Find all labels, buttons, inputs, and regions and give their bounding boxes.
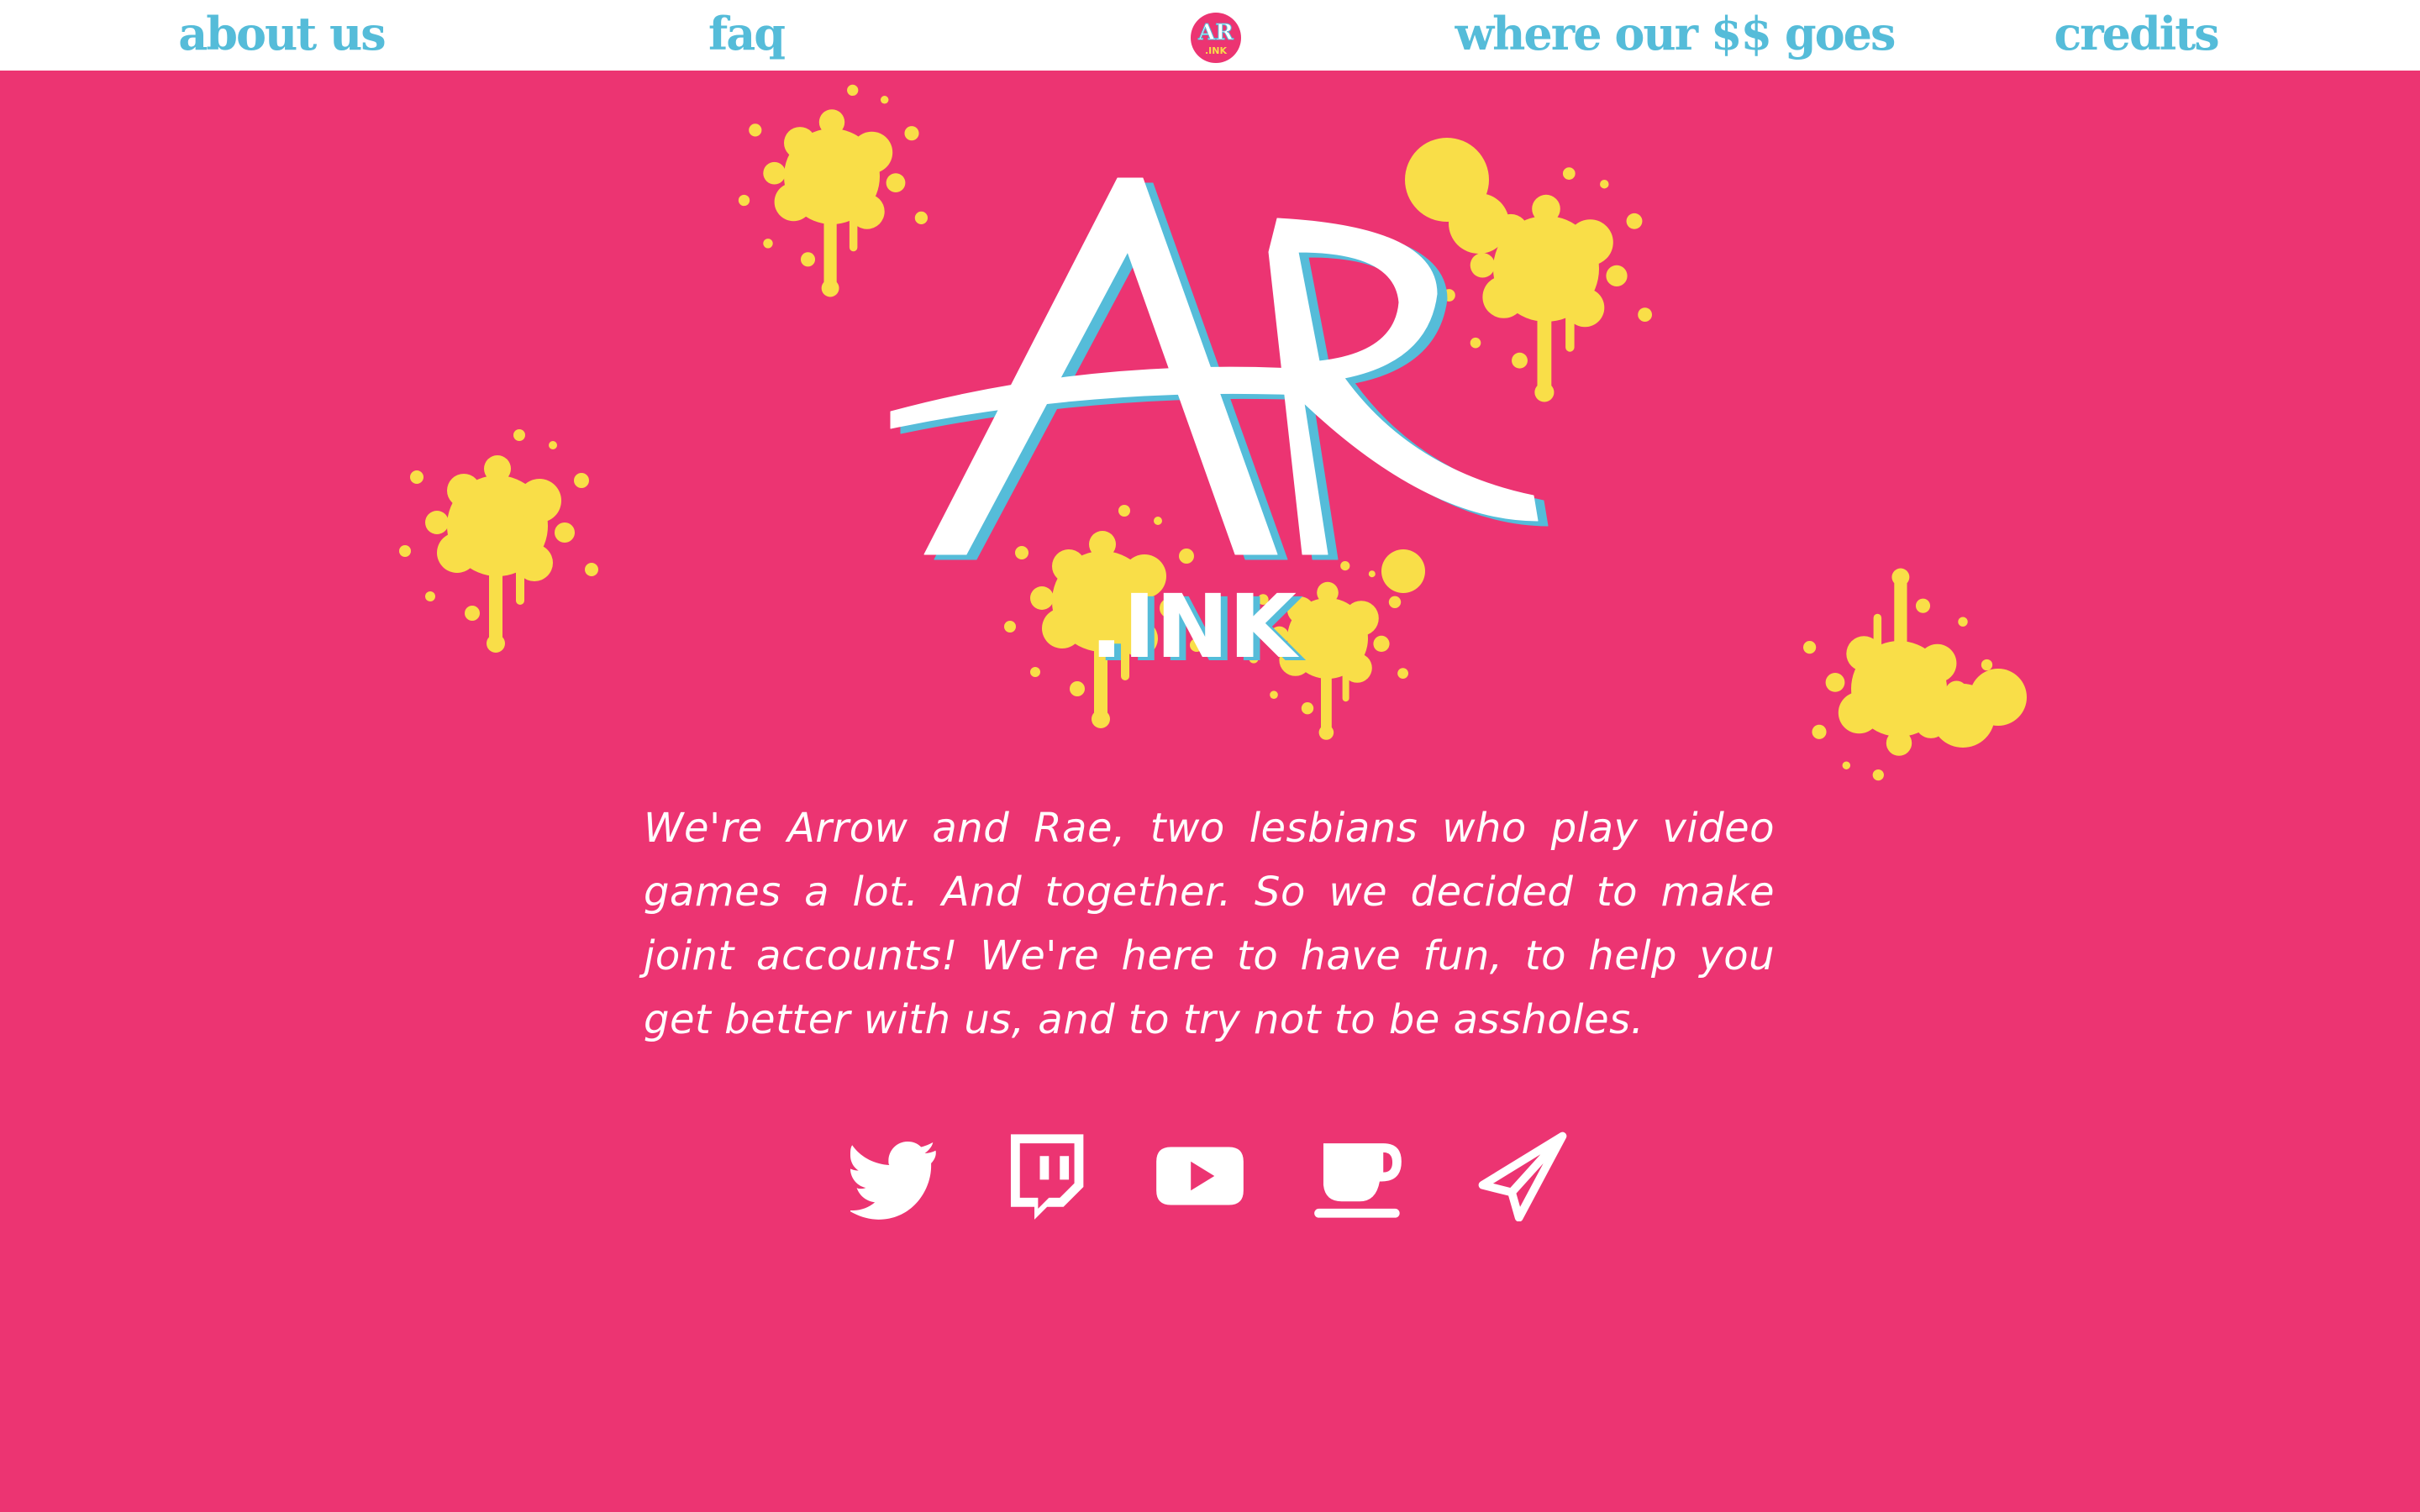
youtube-link[interactable] bbox=[1155, 1131, 1245, 1221]
twitch-icon bbox=[1010, 1134, 1084, 1220]
svg-text:.INK: .INK bbox=[1205, 45, 1227, 56]
hero-logo: .INK .INK bbox=[399, 84, 2027, 781]
twitter-link[interactable] bbox=[850, 1131, 941, 1221]
telegram-link[interactable] bbox=[1477, 1131, 1568, 1221]
svg-text:AR: AR bbox=[1197, 20, 1234, 45]
youtube-icon bbox=[1156, 1147, 1244, 1205]
top-nav: about us faq AR .INK where our $$ goes c… bbox=[0, 0, 2420, 71]
telegram-icon bbox=[1478, 1131, 1567, 1221]
nav-about-us[interactable]: about us bbox=[178, 0, 386, 71]
intro-text: We're Arrow and Rae, two lesbians who pl… bbox=[644, 805, 1775, 1043]
twitch-link[interactable] bbox=[1000, 1131, 1091, 1221]
logo-suffix: .INK bbox=[1090, 575, 1299, 678]
ko-fi-cup-icon bbox=[1314, 1143, 1402, 1218]
ko-fi-link[interactable] bbox=[1313, 1131, 1403, 1221]
twitter-icon bbox=[850, 1141, 936, 1220]
nav-where-our-money-goes[interactable]: where our $$ goes bbox=[1455, 0, 1897, 71]
nav-faq[interactable]: faq bbox=[708, 0, 786, 71]
nav-credits[interactable]: credits bbox=[2054, 0, 2219, 71]
nav-home-logo-icon[interactable]: AR .INK bbox=[1190, 12, 1242, 64]
